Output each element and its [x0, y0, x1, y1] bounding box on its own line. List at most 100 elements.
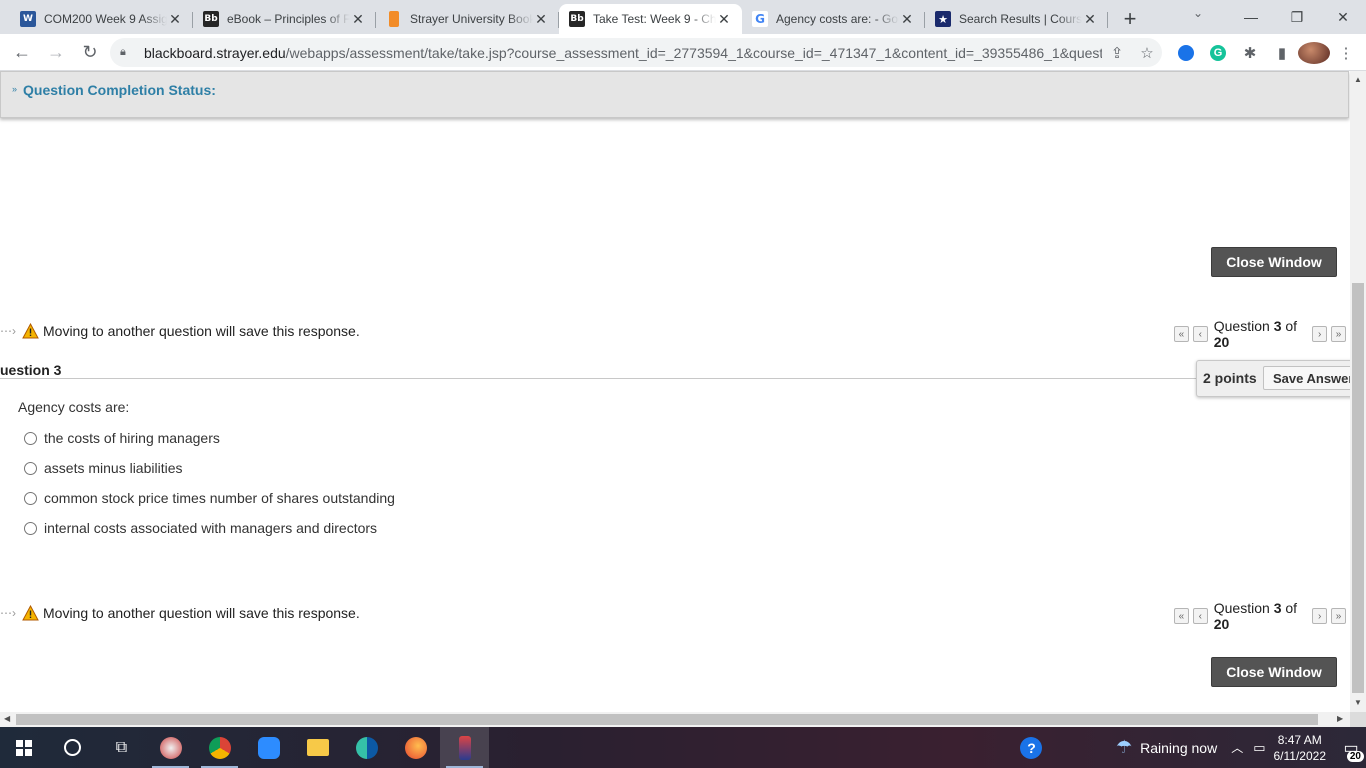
close-tab-icon[interactable]: ✕	[350, 11, 366, 28]
tab-title: Strayer University Bookshelf	[410, 12, 533, 26]
clock-date: 6/11/2022	[1273, 748, 1327, 763]
search-circle-icon[interactable]	[48, 727, 97, 768]
answer-radio[interactable]	[24, 491, 37, 505]
question-navigation-top: « ‹ Question 3 of 20 › »	[1174, 318, 1350, 350]
answer-option[interactable]: common stock price times number of share…	[24, 489, 395, 507]
answer-option[interactable]: internal costs associated with managers …	[24, 519, 377, 537]
weather-widget[interactable]: ☂ Raining now	[1116, 737, 1217, 758]
profile-avatar[interactable]	[1298, 41, 1330, 64]
side-panel-icon[interactable]: ▮	[1266, 44, 1298, 62]
paint-app-icon[interactable]	[146, 727, 195, 768]
warning-icon	[22, 605, 39, 621]
nav-prefix: Question	[1213, 318, 1270, 334]
notification-center-icon[interactable]: ▭ 20	[1336, 727, 1366, 768]
save-warning-text: Moving to another question will save thi…	[43, 605, 360, 621]
save-answer-button[interactable]: Save Answer	[1263, 366, 1350, 390]
nav-prefix: Question	[1213, 600, 1270, 616]
question-header: uestion 3	[0, 362, 62, 378]
horizontal-scrollbar[interactable]: ◀ ▶	[0, 712, 1350, 727]
next-question-icon[interactable]: ›	[1312, 326, 1328, 342]
answer-option-label[interactable]: assets minus liabilities	[44, 460, 183, 476]
answer-option[interactable]: the costs of hiring managers	[24, 429, 220, 447]
firefox-icon[interactable]	[391, 727, 440, 768]
answer-radio[interactable]	[24, 521, 37, 535]
close-tab-icon[interactable]: ✕	[167, 11, 183, 28]
address-bar[interactable]: 🔒︎ blackboard.strayer.edu/webapps/assess…	[110, 38, 1162, 67]
menu-kebab-icon[interactable]: ⋮	[1330, 44, 1362, 62]
close-window-button[interactable]: Close Window	[1211, 247, 1337, 277]
taskbar-clock[interactable]: 8:47 AM 6/11/2022	[1274, 732, 1327, 764]
back-icon[interactable]: ←	[6, 36, 38, 68]
last-question-icon[interactable]: »	[1331, 608, 1346, 624]
question-text: Agency costs are:	[18, 399, 130, 415]
umbrella-icon: ☂	[1115, 737, 1133, 757]
answer-radio[interactable]	[24, 431, 37, 445]
zoom-icon[interactable]	[244, 727, 293, 768]
scroll-down-icon[interactable]: ▼	[1354, 698, 1362, 707]
tab-title: Search Results | Course Hero	[959, 12, 1082, 26]
tab-title: Take Test: Week 9 - Chapter	[593, 12, 716, 26]
tab-search-icon[interactable]: ⌄	[1193, 6, 1203, 20]
chevron-up-icon[interactable]: ︿	[1231, 739, 1243, 756]
device-icon[interactable]: ▭	[1253, 740, 1265, 756]
forward-icon[interactable]: →	[40, 36, 72, 68]
tab-title: COM200 Week 9 Assignment	[44, 12, 167, 26]
vertical-scroll-thumb[interactable]	[1352, 283, 1364, 693]
reload-icon[interactable]: ↻	[74, 36, 106, 68]
answer-radio[interactable]	[24, 461, 37, 475]
scroll-right-icon[interactable]: ▶	[1337, 714, 1343, 723]
answer-option[interactable]: assets minus liabilities	[24, 459, 183, 477]
previous-question-icon[interactable]: ‹	[1192, 326, 1208, 342]
minimize-icon[interactable]: —	[1228, 0, 1274, 34]
completion-status-bar[interactable]: » Question Completion Status:	[0, 71, 1349, 118]
close-tab-icon[interactable]: ✕	[716, 11, 732, 28]
answer-option-label[interactable]: common stock price times number of share…	[44, 490, 395, 506]
first-question-icon[interactable]: «	[1174, 608, 1189, 624]
extensions-puzzle-icon[interactable]: ✱	[1234, 44, 1266, 62]
scroll-up-icon[interactable]: ▲	[1354, 75, 1362, 84]
close-window-button[interactable]: Close Window	[1211, 657, 1337, 687]
extension-shield-icon[interactable]	[1170, 44, 1202, 61]
chrome-icon[interactable]	[195, 727, 244, 768]
completion-status-label[interactable]: Question Completion Status:	[23, 82, 216, 98]
browser-tab[interactable]: Strayer University Bookshelf ✕	[376, 4, 559, 34]
last-question-icon[interactable]: »	[1331, 326, 1346, 342]
close-tab-icon[interactable]: ✕	[899, 11, 915, 28]
restore-icon[interactable]: ❐	[1274, 0, 1320, 34]
snipping-tool-icon[interactable]	[440, 727, 489, 768]
dotted-arrow-icon: ⋯›	[0, 606, 16, 620]
grammarly-icon[interactable]: G	[1202, 44, 1234, 61]
new-tab-icon[interactable]: +	[1116, 4, 1144, 34]
first-question-icon[interactable]: «	[1174, 326, 1189, 342]
horizontal-scroll-thumb[interactable]	[16, 714, 1318, 725]
next-question-icon[interactable]: ›	[1312, 608, 1328, 624]
answer-option-label[interactable]: the costs of hiring managers	[44, 430, 220, 446]
lock-icon[interactable]: 🔒︎	[120, 46, 134, 59]
edge-icon[interactable]	[342, 727, 391, 768]
question-position: Question 3 of 20	[1214, 600, 1309, 632]
browser-tab[interactable]: ★ Search Results | Course Hero ✕	[925, 4, 1108, 34]
extensions-bar: G ✱ ▮ ⋮	[1170, 38, 1362, 67]
browser-tab-active[interactable]: Bb Take Test: Week 9 - Chapter ✕	[559, 4, 742, 34]
url-text[interactable]: blackboard.strayer.edu/webapps/assessmen…	[144, 45, 1102, 61]
word-icon: W	[20, 11, 36, 27]
url-host: blackboard.strayer.edu	[144, 44, 286, 61]
vertical-scrollbar[interactable]: ▲ ▼	[1350, 71, 1366, 712]
scroll-left-icon[interactable]: ◀	[4, 714, 10, 723]
answer-option-label[interactable]: internal costs associated with managers …	[44, 520, 377, 536]
nav-middle: of	[1285, 318, 1298, 334]
browser-tab[interactable]: Bb eBook – Principles of Finance ✕	[193, 4, 376, 34]
browser-tab[interactable]: W COM200 Week 9 Assignment ✕	[10, 4, 193, 34]
close-tab-icon[interactable]: ✕	[533, 11, 549, 28]
share-icon[interactable]: ⇪	[1102, 44, 1132, 62]
url-path: /webapps/assessment/take/take.jsp?course…	[285, 44, 1102, 61]
close-window-icon[interactable]: ✕	[1320, 0, 1366, 34]
previous-question-icon[interactable]: ‹	[1192, 608, 1208, 624]
close-tab-icon[interactable]: ✕	[1082, 11, 1098, 28]
task-view-icon[interactable]: ⧉	[97, 727, 146, 768]
windows-start-icon[interactable]	[0, 727, 48, 768]
bookmark-star-icon[interactable]: ☆	[1132, 44, 1162, 62]
file-explorer-icon[interactable]	[293, 727, 342, 768]
help-icon[interactable]: ?	[1007, 727, 1056, 768]
browser-tab[interactable]: G Agency costs are: - Google ✕	[742, 4, 925, 34]
